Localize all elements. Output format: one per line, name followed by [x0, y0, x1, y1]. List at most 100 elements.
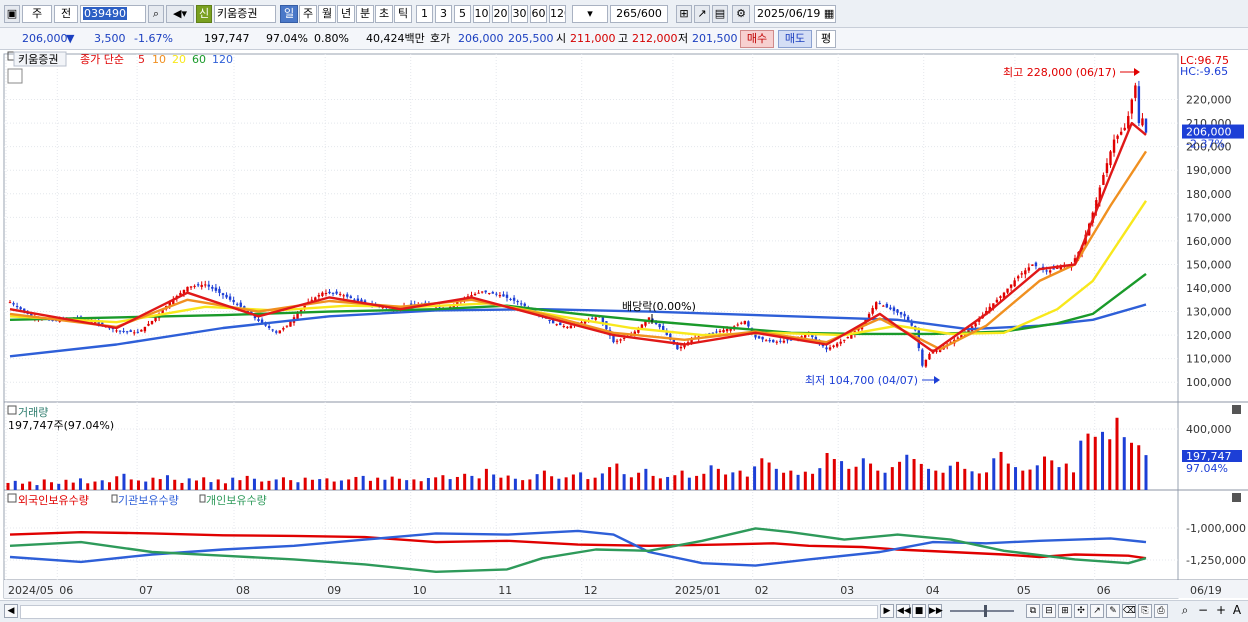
candle-body [1013, 280, 1016, 287]
buy-button[interactable]: 매수 [740, 30, 774, 48]
rewind-icon[interactable]: ◀◀ [896, 604, 911, 618]
volume-bar [1093, 436, 1097, 490]
period-tab-3[interactable]: 년 [337, 5, 355, 23]
layout-icon[interactable]: ▣ [4, 5, 20, 23]
minute-option-7[interactable]: 120 [549, 5, 566, 23]
zoom-out-icon[interactable]: − [1196, 604, 1210, 618]
chart-style-icon[interactable]: ⊞ [676, 5, 692, 23]
candle-body [285, 325, 289, 327]
volume-bar [673, 475, 677, 490]
volume-bar [854, 466, 858, 490]
ma-legend-label: 종가 단순 [80, 53, 124, 66]
gear-icon[interactable]: ⚙ [732, 5, 750, 23]
minute-option-0[interactable]: 1 [416, 5, 433, 23]
candle-body [566, 326, 569, 328]
candle-body [338, 293, 342, 295]
ma-legend-120: 120 [212, 53, 233, 66]
candle-body [331, 292, 335, 294]
candle-body [267, 325, 271, 329]
volume-bar [883, 472, 887, 490]
volume-bar [506, 475, 510, 490]
minute-option-3[interactable]: 10 [473, 5, 490, 23]
zoom-slider[interactable] [950, 610, 1014, 612]
compare-select[interactable]: 전 [54, 5, 78, 23]
scroll-track[interactable] [20, 605, 878, 619]
stock-code-input[interactable]: 039490 [80, 5, 146, 23]
data-count-input[interactable]: 265/600 [610, 5, 668, 23]
stop-icon[interactable]: ■ [912, 604, 926, 618]
volume-bar [977, 473, 981, 490]
pencil-icon[interactable]: ✎ [1106, 604, 1120, 618]
minute-option-2[interactable]: 5 [454, 5, 471, 23]
volume-bar [441, 475, 445, 490]
candle-body [768, 340, 771, 342]
period-tab-5[interactable]: 초 [375, 5, 393, 23]
grid-icon[interactable]: ⊞ [1058, 604, 1072, 618]
candle-body [1137, 86, 1141, 124]
candle-body [186, 286, 189, 292]
window-icon[interactable]: ⧉ [1026, 604, 1040, 618]
zoom-search-icon[interactable]: ⌕ [1178, 604, 1192, 618]
candle-body [1119, 131, 1123, 135]
candle-body [218, 288, 221, 293]
candle-body [591, 318, 594, 320]
volume-bar [745, 476, 749, 490]
minute-option-4[interactable]: 20 [492, 5, 509, 23]
candle-body [495, 293, 498, 295]
stock-chart[interactable]: 100,000 110,000 120,000 130,000 140,000 150,0… [0, 50, 1248, 600]
candle-body [921, 349, 924, 366]
minute-option-6[interactable]: 60 [530, 5, 547, 23]
scroll-left-icon[interactable]: ◀ [4, 604, 18, 618]
scroll-right-icon[interactable]: ▶ [880, 604, 894, 618]
period-tab-2[interactable]: 월 [318, 5, 336, 23]
draw-tool-icon[interactable]: ↗ [694, 5, 710, 23]
candle-body [200, 284, 203, 287]
period-tab-1[interactable]: 주 [299, 5, 317, 23]
layout-split-icon[interactable]: ⊟ [1042, 604, 1056, 618]
holdings-tick-label: -1,000,000 [1186, 522, 1246, 535]
volume-bar [622, 474, 626, 490]
candle-body [559, 322, 562, 326]
forward-icon[interactable]: ▶▶ [928, 604, 943, 618]
volume-bar [1072, 472, 1076, 490]
sound-icon[interactable]: ◀▾ [166, 5, 194, 23]
candle-body [189, 286, 193, 288]
volume-bar [992, 458, 996, 490]
chart-scrollbar[interactable]: ◀ ▶ ◀◀ ■ ▶▶ ⧉ ⊟ ⊞ ✣ ↗ ✎ ⌫ ⎘ ⎙ ⌕ − + A [0, 600, 1248, 622]
candle-body [1009, 284, 1013, 288]
search-icon[interactable]: ⌕ [148, 5, 164, 23]
period-select[interactable]: 주 [22, 5, 52, 23]
candle-body [1056, 267, 1059, 269]
eval-button[interactable]: 평 [816, 30, 836, 48]
volume-bar [825, 453, 829, 490]
x-tick-label: 07 [139, 584, 153, 597]
volume-bar [368, 480, 372, 490]
print-icon[interactable]: ⎙ [1154, 604, 1168, 618]
candle-body [1105, 163, 1109, 173]
erase-icon[interactable]: ⌫ [1122, 604, 1136, 618]
sell-button[interactable]: 매도 [778, 30, 812, 48]
x-tick-label: 11 [498, 584, 512, 597]
candle-body [512, 297, 516, 301]
crosshair-icon[interactable]: ✣ [1074, 604, 1088, 618]
trend-icon[interactable]: ↗ [1090, 604, 1104, 618]
period-tab-6[interactable]: 틱 [394, 5, 412, 23]
period-tab-0[interactable]: 일 [280, 5, 298, 23]
zoom-slider-handle[interactable] [984, 605, 987, 617]
save-icon[interactable]: ▤ [712, 5, 728, 23]
date-input[interactable]: 2025/06/19 ▦ [754, 5, 836, 23]
volume-bar [840, 461, 844, 490]
zoom-in-icon[interactable]: + [1214, 604, 1228, 618]
period-tab-4[interactable]: 분 [356, 5, 374, 23]
table-icon [7, 68, 23, 84]
volume-bar [521, 480, 525, 490]
minute-option-5[interactable]: 30 [511, 5, 528, 23]
candle-body [1144, 118, 1148, 133]
holdings-tick-label: -1,250,000 [1186, 554, 1246, 567]
range-select[interactable]: ▾ [572, 5, 608, 23]
minute-option-1[interactable]: 3 [435, 5, 452, 23]
font-size-icon[interactable]: A [1230, 604, 1244, 618]
copy-icon[interactable]: ⎘ [1138, 604, 1152, 618]
candle-body [1141, 118, 1144, 126]
volume-bar [383, 479, 387, 490]
